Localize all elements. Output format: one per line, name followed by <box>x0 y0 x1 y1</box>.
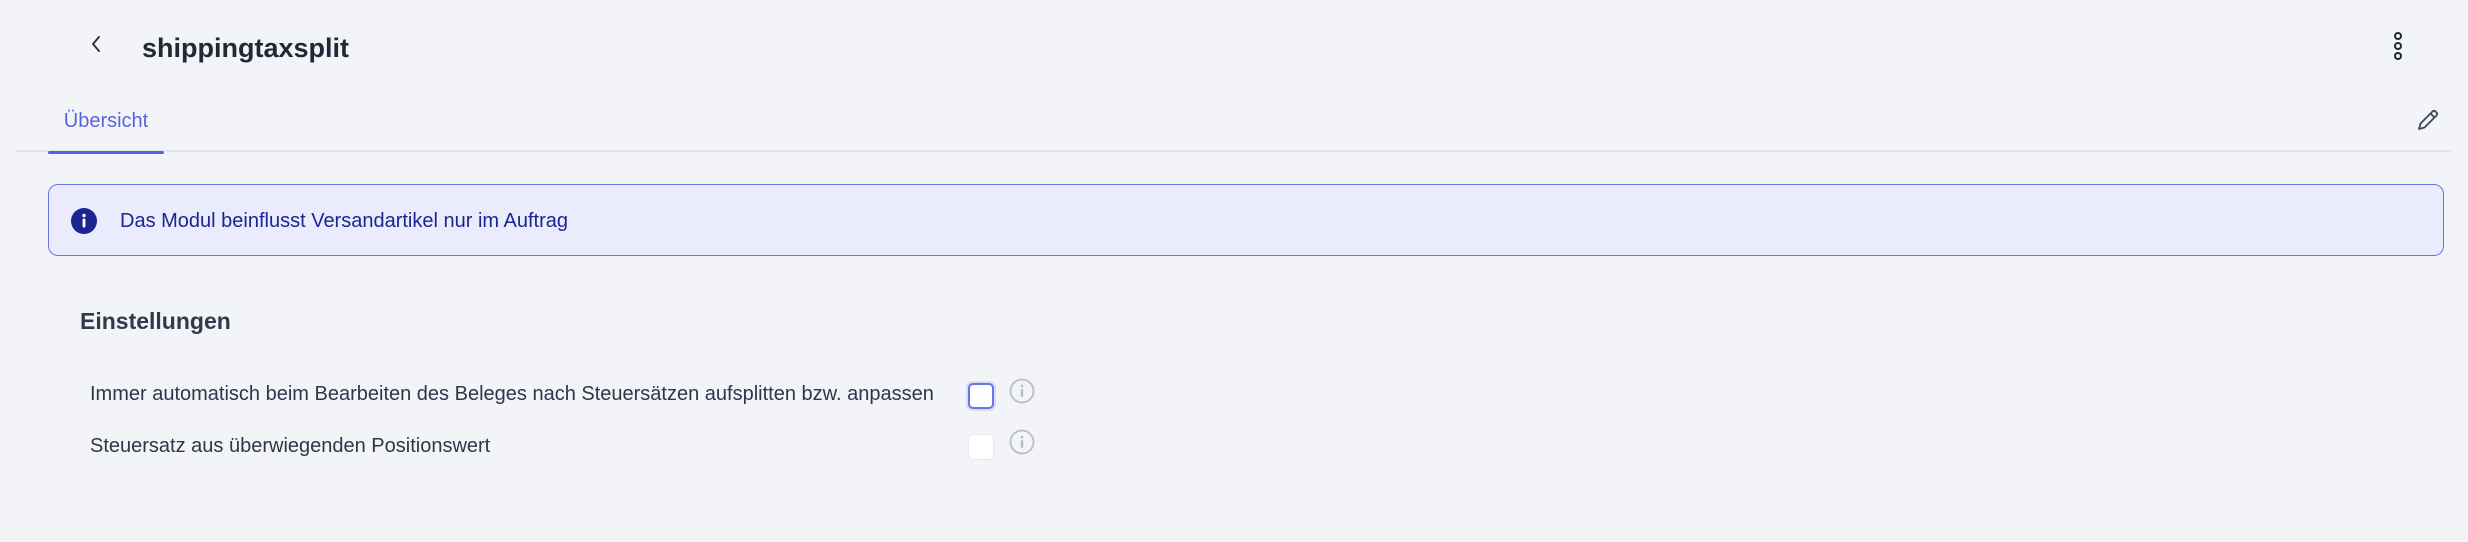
info-circle-icon[interactable] <box>1009 378 1035 404</box>
tab-bar: Übersicht <box>16 90 2452 154</box>
page-title: shippingtaxsplit <box>142 33 350 63</box>
info-banner: Das Modul beinflusst Versandartikel nur … <box>48 184 2444 256</box>
auto-split-checkbox[interactable] <box>968 383 994 409</box>
info-banner-text: Das Modul beinflusst Versandartikel nur … <box>120 210 568 232</box>
chevron-left-icon <box>89 34 103 59</box>
setting-label-tax-rate: Steuersatz aus überwiegenden Positionswe… <box>90 435 491 457</box>
info-icon <box>71 208 97 234</box>
tab-uebersicht[interactable]: Übersicht <box>48 90 164 154</box>
page: shippingtaxsplit Übersicht Das Modul bei… <box>0 0 2468 542</box>
pencil-icon <box>2415 107 2441 138</box>
back-button[interactable] <box>80 28 112 64</box>
info-circle-icon[interactable] <box>1009 429 1035 455</box>
edit-button[interactable] <box>2412 106 2444 138</box>
tax-rate-checkbox[interactable] <box>968 434 994 460</box>
more-vertical-icon <box>2393 31 2403 66</box>
more-options-button[interactable] <box>2382 30 2414 66</box>
settings-title: Einstellungen <box>80 308 231 334</box>
setting-label-auto-split: Immer automatisch beim Bearbeiten des Be… <box>90 383 934 405</box>
